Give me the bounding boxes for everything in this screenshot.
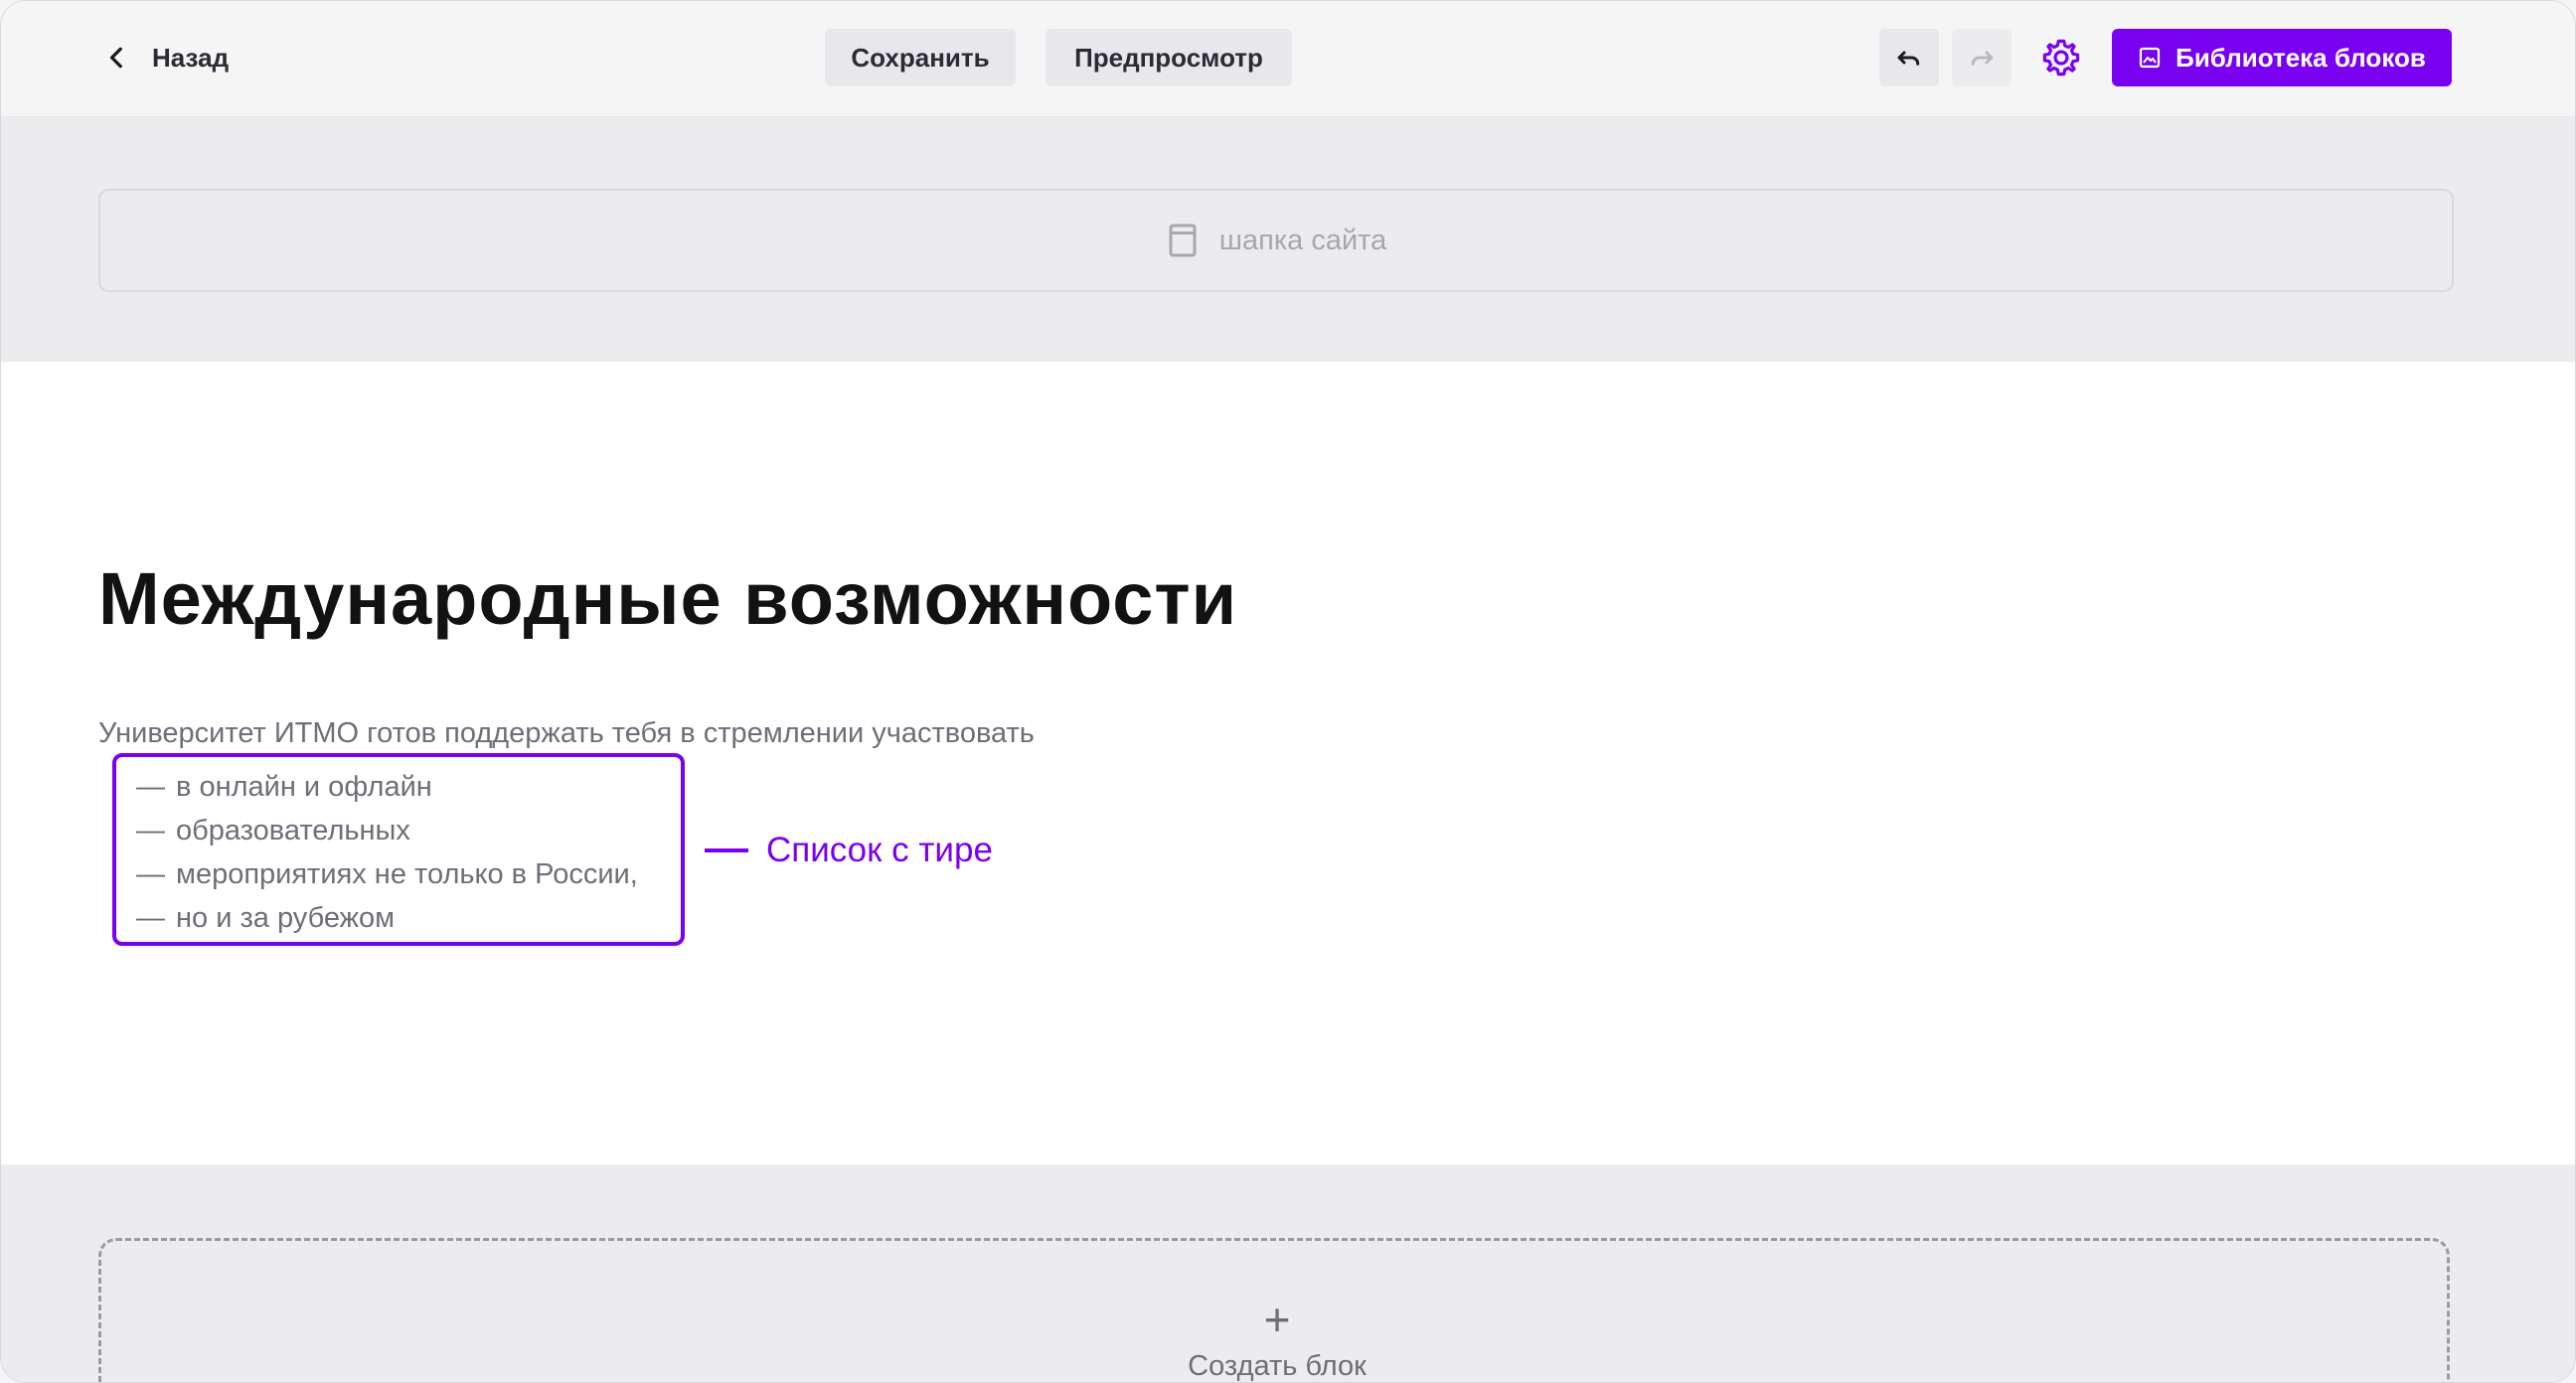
chevron-left-icon [109,47,122,69]
editor-window: Назад Сохранить Предпросмотр Библиотека … [0,0,2576,1383]
gear-icon[interactable] [2040,37,2082,78]
callout-text: Список с тире [766,831,993,869]
page-title[interactable]: Международные возможности [98,556,1237,641]
list-callout: Список с тире [705,831,993,870]
block-library-label: Библиотека блоков [2175,42,2426,73]
create-block-label: Создать блок [1188,1350,1367,1382]
list-dash: — [136,815,165,846]
back-button[interactable]: Назад [104,35,229,80]
list-item-text: мероприятиях не только в России, [176,858,638,890]
header-section: шапка сайта [1,117,2575,362]
preview-button[interactable]: Предпросмотр [1046,29,1292,86]
plus-icon: + [1263,1294,1291,1345]
save-button[interactable]: Сохранить [825,29,1016,86]
undo-icon [1897,51,1920,66]
image-icon [2140,47,2161,69]
page-icon [1169,224,1197,257]
redo-button[interactable] [1952,29,2012,86]
list-dash: — [136,771,165,803]
list-item-text: в онлайн и офлайн [176,771,432,803]
list-item: — мероприятиях не только в России, [136,852,681,896]
list-item-text: образовательных [176,815,410,846]
back-label: Назад [152,42,230,73]
list-dash: — [136,858,165,890]
list-item: — в онлайн и офлайн [136,765,681,809]
bottom-section: + Создать блок [1,1164,2575,1382]
undo-button[interactable] [1879,29,1939,86]
lead-text[interactable]: Университет ИТМО готов поддержать тебя в… [98,717,1035,750]
redo-icon [1971,51,1994,66]
block-library-button[interactable]: Библиотека блоков [2112,29,2452,86]
site-header-block[interactable]: шапка сайта [98,189,2454,292]
list-item-text: но и за рубежом [176,902,396,934]
dash-list[interactable]: — в онлайн и офлайн — образовательных — мер… [112,753,685,946]
callout-line [705,848,748,852]
site-header-label: шапка сайта [1218,224,1387,256]
create-block-button[interactable]: + Создать блок [98,1238,2450,1382]
list-item: — но и за рубежом [136,896,681,940]
list-dash: — [136,902,165,934]
top-toolbar: Назад Сохранить Предпросмотр Библиотека … [1,1,2575,117]
list-item: — образовательных [136,809,681,852]
content-block: Международные возможности Университет ИТ… [1,362,2575,1164]
